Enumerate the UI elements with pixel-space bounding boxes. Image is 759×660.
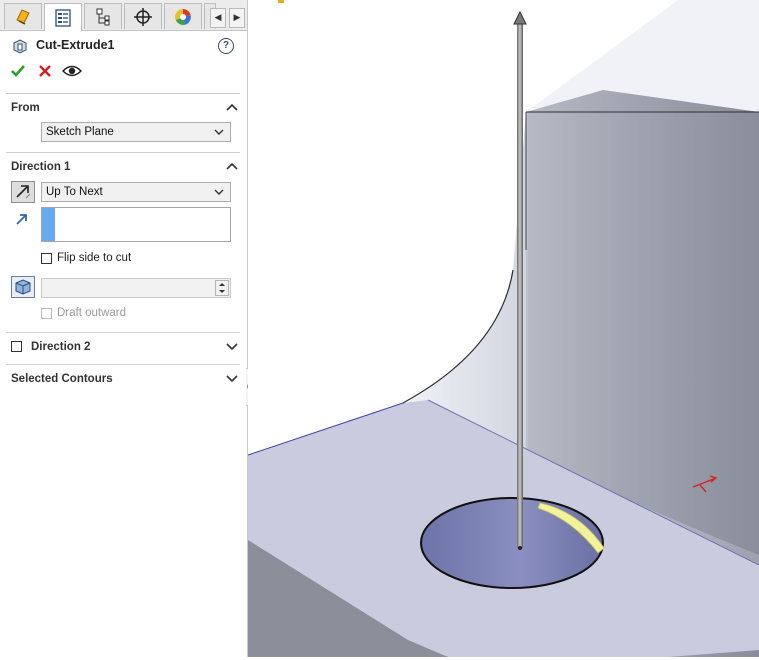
direction2-checkbox[interactable] [11,341,22,352]
chevron-up-icon[interactable] [226,103,238,111]
from-dropdown[interactable]: Sketch Plane [41,122,231,142]
direction1-section-header[interactable]: Direction 1 [11,161,70,173]
draft-toggle-button[interactable] [11,276,35,298]
cut-extrude-icon [13,39,27,54]
selection-highlight [42,208,55,241]
end-condition-dropdown[interactable]: Up To Next [41,182,231,202]
direction2-section-header[interactable]: Direction 2 [31,341,90,353]
feature-title: Cut-Extrude1 [36,38,115,52]
direction-selection-box[interactable] [41,207,231,242]
extrude-arrow-head-icon[interactable] [513,10,527,25]
tab-dimxpert-manager[interactable] [124,3,162,29]
ok-checkmark-icon[interactable] [10,63,26,79]
from-dropdown-value: Sketch Plane [46,126,114,138]
draft-icon [15,279,31,295]
chevron-down-icon [214,129,224,135]
crosshair-icon [134,7,152,26]
tab-feature-manager[interactable] [4,3,42,29]
flip-side-label: Flip side to cut [57,252,132,264]
tab-property-manager[interactable] [44,3,82,31]
spinner-arrows-icon[interactable] [215,280,229,296]
feature-tree-icon [16,8,30,25]
chevron-down-icon[interactable] [226,375,238,383]
flip-side-checkbox[interactable] [41,253,52,264]
tab-scroll-left-button[interactable]: ◀ [210,8,226,28]
chevron-down-icon [214,189,224,195]
origin-marker-icon [278,0,284,3]
direction-arrow-icon [16,214,27,225]
divider [6,93,240,94]
draft-outward-label: Draft outward [57,307,127,319]
preview-eye-icon[interactable] [62,63,82,79]
draft-angle-field[interactable] [41,278,231,298]
reverse-direction-button[interactable] [11,181,35,203]
tab-display-manager[interactable] [164,3,202,29]
pin-base [518,546,522,550]
cut-hole [420,497,604,589]
model-3d-view[interactable] [247,0,759,657]
property-manager-panel: ◀ ▶ Cut-Extrude1 ? From Sketch Plane Dir… [0,0,248,657]
feature-title-row: Cut-Extrude1 ? [0,34,247,58]
divider [6,152,240,153]
selected-contours-section-header[interactable]: Selected Contours [11,373,113,385]
display-manager-icon [175,8,191,25]
configuration-icon [96,8,110,25]
end-condition-value: Up To Next [46,186,103,198]
chevron-down-icon[interactable] [226,343,238,351]
cancel-x-icon[interactable] [37,63,53,79]
action-buttons [0,63,247,83]
tab-scroll-right-button[interactable]: ▶ [229,8,245,28]
extrude-direction-handle[interactable] [517,24,523,548]
divider [6,364,240,365]
divider [6,332,240,333]
property-manager-icon [55,8,71,27]
block-top-face [526,0,759,112]
reverse-direction-icon [16,185,31,199]
tab-configuration-manager[interactable] [84,3,122,29]
manager-tab-bar: ◀ ▶ [0,0,247,31]
chevron-up-icon[interactable] [226,162,238,170]
from-section-header[interactable]: From [11,102,40,114]
help-icon[interactable]: ? [218,38,234,54]
graphics-viewport[interactable] [247,0,759,657]
draft-outward-checkbox[interactable] [41,308,52,319]
